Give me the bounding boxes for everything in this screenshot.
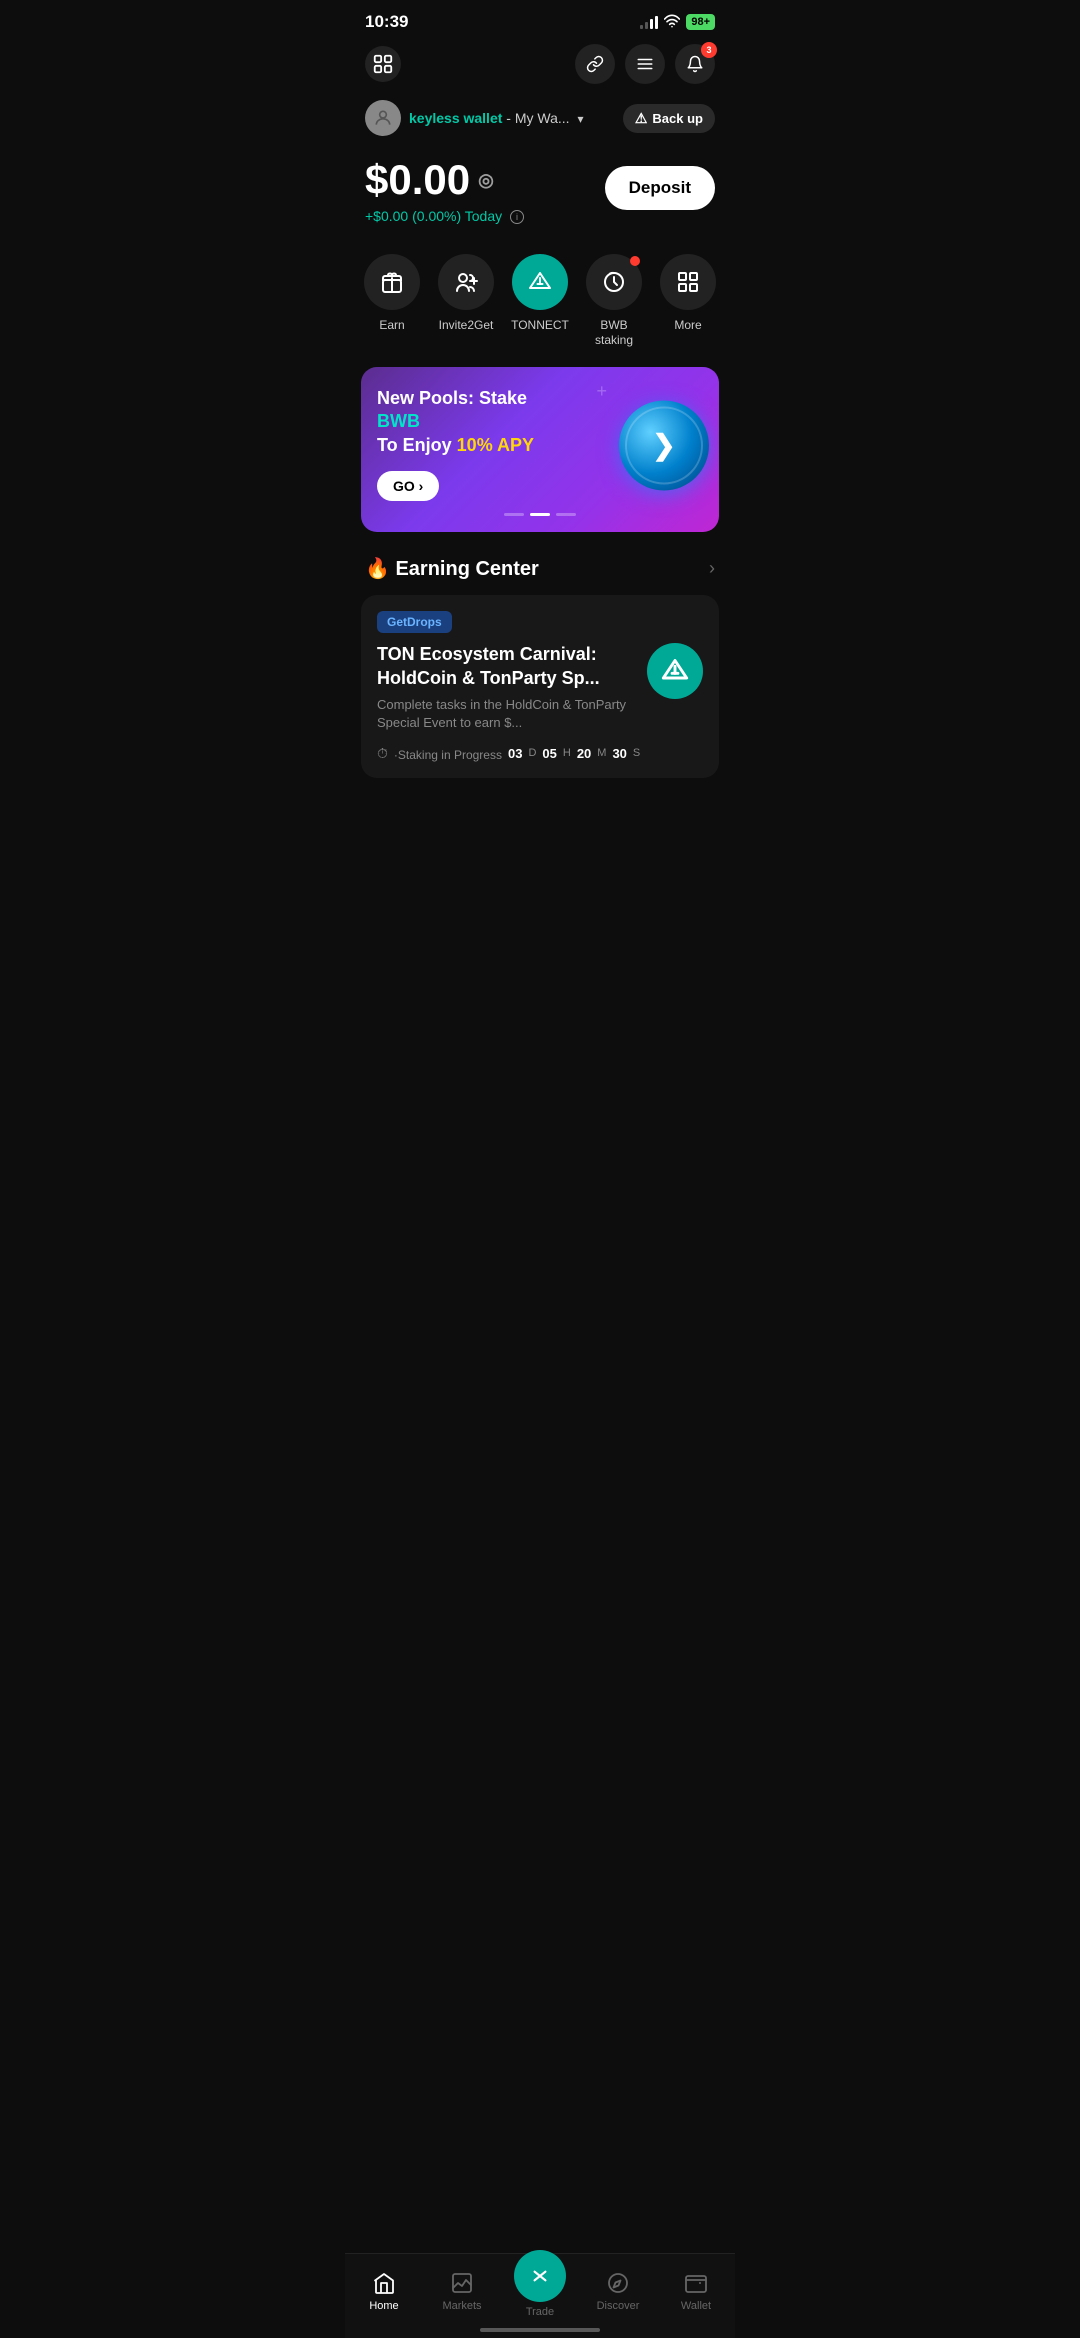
markets-nav-label: Markets: [442, 2300, 481, 2312]
status-bar: 10:39 98+: [345, 0, 735, 40]
wallet-row: keyless wallet - My Wa... ▾ ⚠ Back up: [345, 100, 735, 156]
home-nav-label: Home: [369, 2300, 398, 2312]
banner-dot-1[interactable]: [504, 513, 524, 516]
backup-button[interactable]: ⚠ Back up: [623, 104, 715, 133]
earn-icon-circle: [364, 254, 420, 310]
earning-center-header: 🔥 Earning Center ›: [345, 556, 735, 595]
card-content: TON Ecosystem Carnival: HoldCoin & TonPa…: [377, 643, 703, 732]
timer-days: 03: [508, 746, 522, 761]
tonnect-card-icon: [661, 657, 689, 685]
card-icon-circle: [647, 643, 703, 699]
earning-center-title: 🔥 Earning Center: [365, 556, 539, 581]
staking-icon-circle: [586, 254, 642, 310]
coin-circle: ❯: [619, 400, 709, 490]
banner-dot-3[interactable]: [556, 513, 576, 516]
nav-wallet[interactable]: Wallet: [666, 2270, 726, 2312]
invite-label: Invite2Get: [439, 318, 494, 332]
nav-right-buttons: 3: [575, 44, 715, 84]
earn-label: Earn: [379, 318, 404, 332]
wifi-icon: [664, 14, 680, 31]
staking-icon: [602, 270, 626, 294]
action-invite[interactable]: Invite2Get: [432, 254, 500, 332]
wallet-icon: [683, 2270, 709, 2296]
action-tonnect[interactable]: TONNECT: [506, 254, 574, 332]
banner-text: New Pools: Stake BWB To Enjoy 10% APY GO…: [377, 387, 556, 501]
notification-button[interactable]: 3: [675, 44, 715, 84]
staking-progress-label: ·Staking in Progress: [394, 748, 502, 762]
top-nav: 3: [345, 40, 735, 100]
clock-icon: ⏱: [377, 745, 388, 762]
battery-indicator: 98+: [686, 14, 715, 30]
timer-hours: 05: [542, 746, 556, 761]
link-button[interactable]: [575, 44, 615, 84]
banner-go-button[interactable]: GO ›: [377, 471, 439, 501]
tonnect-icon: [528, 270, 552, 294]
timer-seconds: 30: [612, 746, 626, 761]
hide-balance-button[interactable]: ◎: [478, 170, 494, 191]
balance-display: $0.00 ◎ +$0.00 (0.00%) Today i: [365, 156, 524, 224]
tonnect-icon-circle: [512, 254, 568, 310]
discover-nav-label: Discover: [597, 2300, 640, 2312]
trade-button[interactable]: [514, 2250, 566, 2302]
wallet-nav-label: Wallet: [681, 2300, 711, 2312]
info-icon[interactable]: i: [510, 210, 524, 224]
timer-d-label: D: [528, 747, 536, 759]
card-text: TON Ecosystem Carnival: HoldCoin & TonPa…: [377, 643, 647, 732]
promo-banner[interactable]: New Pools: Stake BWB To Enjoy 10% APY GO…: [361, 367, 719, 532]
trade-nav-label: Trade: [526, 2306, 554, 2318]
quick-actions: Earn Invite2Get TONNECT: [345, 244, 735, 367]
banner-title: New Pools: Stake BWB To Enjoy 10% APY: [377, 387, 556, 457]
status-time: 10:39: [365, 12, 408, 32]
earning-card[interactable]: GetDrops TON Ecosystem Carnival: HoldCoi…: [361, 595, 719, 778]
card-description: Complete tasks in the HoldCoin & TonPart…: [377, 696, 637, 732]
nav-home[interactable]: Home: [354, 2270, 414, 2312]
staking-notification-dot: [630, 256, 640, 266]
person-add-icon: [454, 270, 478, 294]
gift-icon: [380, 270, 404, 294]
action-staking[interactable]: BWB staking: [580, 254, 648, 347]
card-title: TON Ecosystem Carnival: HoldCoin & TonPa…: [377, 643, 637, 690]
home-indicator: [480, 2328, 600, 2332]
action-earn[interactable]: Earn: [358, 254, 426, 332]
status-icons: 98+: [640, 14, 715, 31]
banner-coin-graphic: ❯: [619, 400, 709, 490]
wallet-name: keyless wallet - My Wa... ▾: [409, 110, 583, 126]
timer-s-label: S: [633, 747, 640, 759]
card-footer: ⏱ ·Staking in Progress 03 D 05 H 20 M 30…: [377, 744, 703, 762]
staking-label: BWB staking: [580, 318, 648, 347]
coin-arrow-icon: ❯: [652, 429, 675, 462]
home-icon: [371, 2270, 397, 2296]
tonnect-label: TONNECT: [511, 318, 569, 332]
nav-discover[interactable]: Discover: [588, 2270, 648, 2312]
bottom-nav: Home Markets Trade Discover: [345, 2253, 735, 2338]
timer-minutes: 20: [577, 746, 591, 761]
balance-section: $0.00 ◎ +$0.00 (0.00%) Today i Deposit: [345, 156, 735, 244]
banner-dot-2[interactable]: [530, 513, 550, 516]
markets-icon: [449, 2270, 475, 2296]
wallet-avatar: [365, 100, 401, 136]
signal-bars-icon: [640, 15, 658, 29]
warning-icon: ⚠: [635, 110, 648, 127]
timer-h-label: H: [563, 747, 571, 759]
notification-badge: 3: [701, 42, 717, 58]
earning-center-arrow[interactable]: ›: [709, 558, 715, 579]
nav-trade[interactable]: Trade: [510, 2264, 570, 2318]
invite-icon-circle: [438, 254, 494, 310]
balance-change: +$0.00 (0.00%) Today i: [365, 208, 524, 224]
discover-icon: [605, 2270, 631, 2296]
deposit-button[interactable]: Deposit: [605, 166, 715, 210]
card-tag: GetDrops: [377, 611, 452, 633]
more-label: More: [674, 318, 701, 332]
menu-button[interactable]: [625, 44, 665, 84]
action-more[interactable]: More: [654, 254, 722, 332]
banner-pagination: [377, 513, 703, 516]
grid-icon: [676, 270, 700, 294]
more-icon-circle: [660, 254, 716, 310]
timer-m-label: M: [597, 747, 606, 759]
wallet-selector[interactable]: keyless wallet - My Wa... ▾: [365, 100, 583, 136]
balance-amount: $0.00 ◎: [365, 156, 524, 204]
nav-markets[interactable]: Markets: [432, 2270, 492, 2312]
logo-button[interactable]: [365, 46, 401, 82]
